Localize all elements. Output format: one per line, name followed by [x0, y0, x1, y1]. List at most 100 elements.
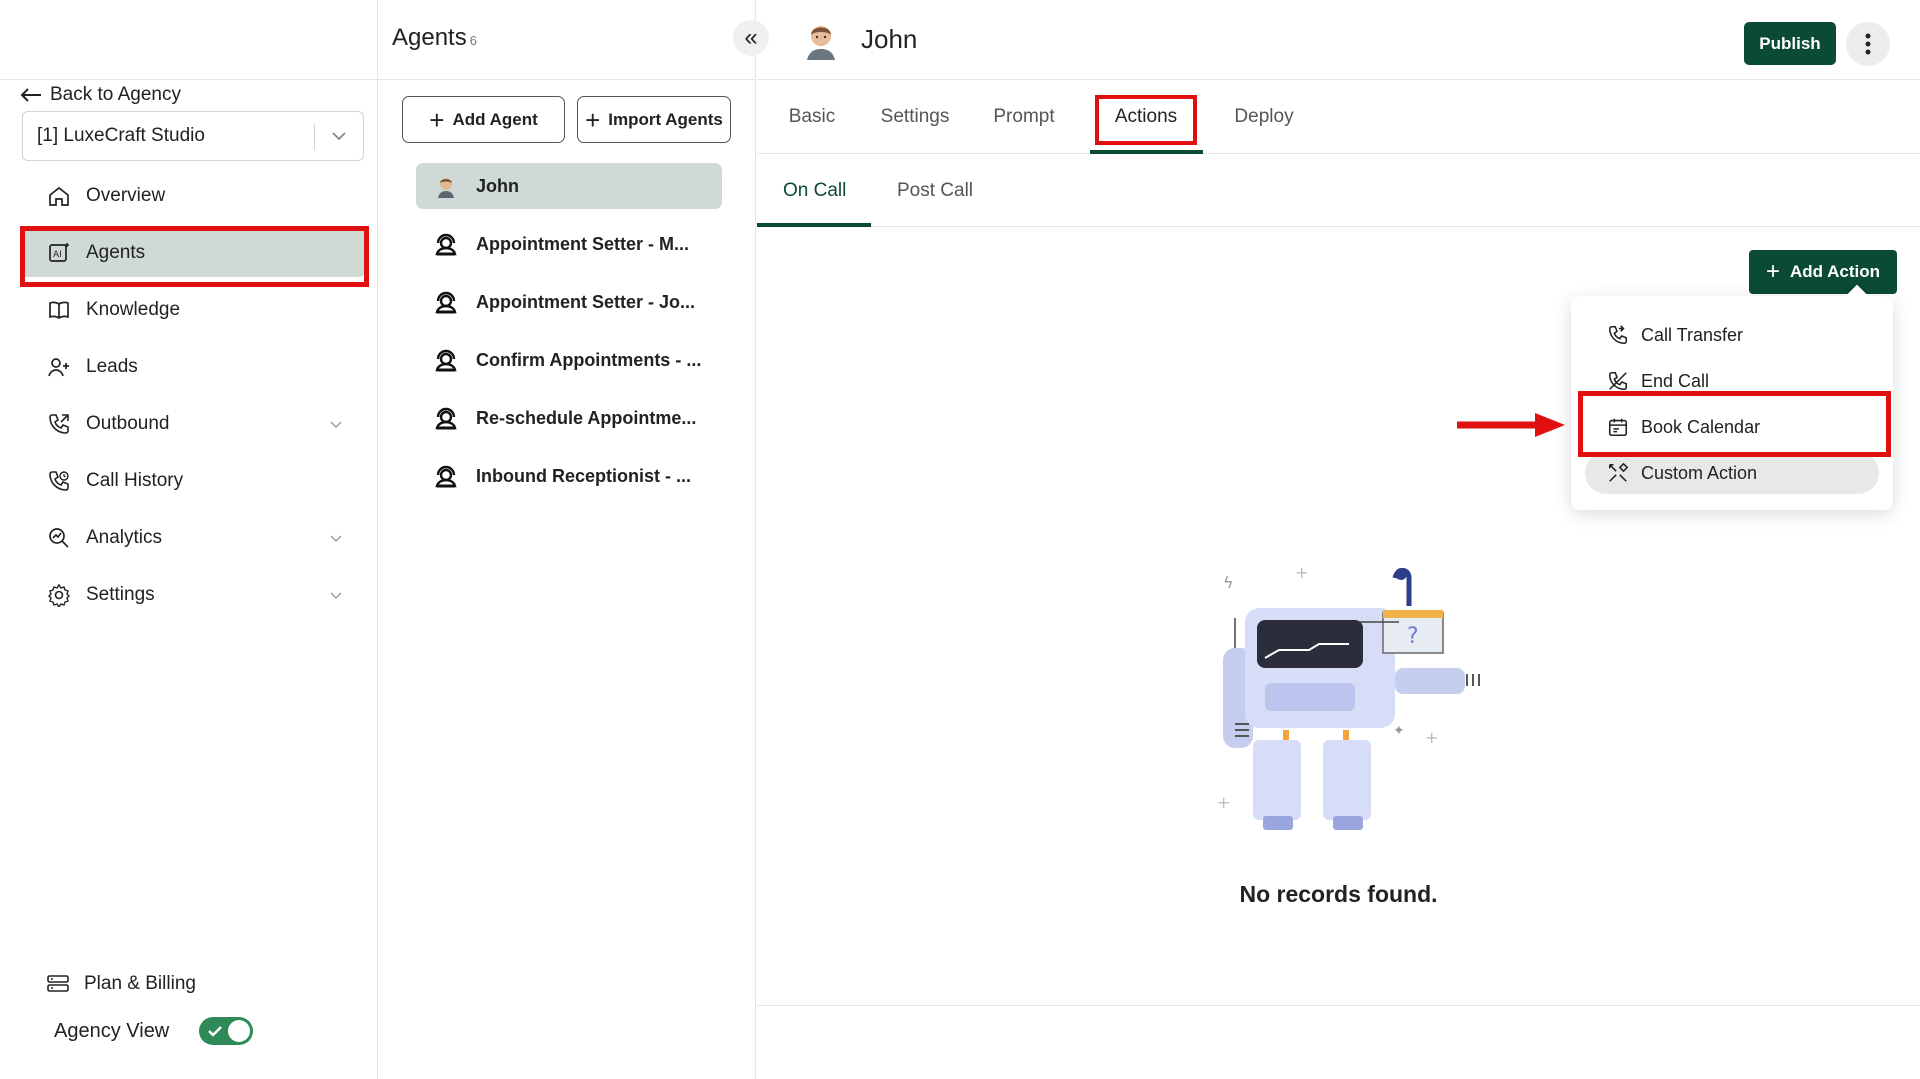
chevron-down-icon: [330, 535, 342, 542]
user-plus-icon: [46, 354, 72, 380]
agent-row[interactable]: Appointment Setter - Jo...: [416, 279, 722, 325]
publish-button[interactable]: Publish: [1744, 22, 1836, 65]
agent-row[interactable]: Re-schedule Appointme...: [416, 395, 722, 441]
tab-prompt[interactable]: Prompt: [987, 80, 1061, 154]
sidebar-item-label: Overview: [86, 185, 166, 206]
empty-robot-illustration: ϟ + + + ✦ ?: [1217, 563, 1480, 830]
back-to-agency-link[interactable]: Back to Agency: [20, 84, 181, 106]
main-content: John Publish Basic Settings Prompt Actio…: [757, 0, 1920, 1079]
sidebar-item-outbound[interactable]: Outbound: [22, 400, 364, 448]
agent-name: Appointment Setter - Jo...: [476, 291, 696, 312]
sidebar-item-label: Settings: [86, 584, 155, 605]
add-action-label: Add Action: [1789, 262, 1881, 281]
agent-name: Confirm Appointments - ...: [476, 349, 702, 370]
agent-name: Inbound Receptionist - ...: [476, 465, 691, 486]
agency-view-label: Agency View: [54, 1019, 170, 1042]
sidebar-nav: Overview AI Agents Knowledge Leads Outbo…: [22, 172, 364, 628]
more-vertical-icon: [1865, 33, 1871, 55]
svg-text:✦: ✦: [1393, 723, 1405, 739]
menu-item-label: Call Transfer: [1641, 324, 1744, 345]
agent-row[interactable]: Inbound Receptionist - ...: [416, 453, 722, 499]
plan-billing-link[interactable]: Plan & Billing: [46, 972, 196, 996]
agents-title-text: Agents: [392, 24, 467, 51]
phone-transfer-icon: [1608, 325, 1628, 345]
add-agent-label: Add Agent: [452, 109, 538, 129]
plus-icon: +: [585, 104, 601, 135]
sidebar-item-knowledge[interactable]: Knowledge: [22, 286, 364, 334]
sidebar-item-settings[interactable]: Settings: [22, 571, 364, 619]
sidebar-item-analytics[interactable]: Analytics: [22, 514, 364, 562]
headset-icon: [435, 349, 457, 372]
headset-icon: [435, 465, 457, 488]
ai-icon: AI: [46, 240, 72, 266]
tab-deploy[interactable]: Deploy: [1227, 80, 1301, 154]
action-subtabs: On Call Post Call: [757, 154, 1920, 227]
chevron-down-icon: [332, 132, 346, 141]
agent-row-john[interactable]: John: [416, 163, 722, 209]
headset-icon: [435, 407, 457, 430]
page-title: John: [861, 24, 918, 54]
agency-view-row: Agency View: [54, 1017, 254, 1045]
home-icon: [46, 183, 72, 209]
tab-actions[interactable]: Actions: [1099, 80, 1193, 154]
agents-panel-header: Agents 6 «: [378, 0, 769, 80]
active-subtab-indicator: [757, 223, 871, 227]
agent-name: Re-schedule Appointme...: [476, 407, 697, 428]
collapse-panel-button[interactable]: «: [733, 20, 769, 56]
sidebar-item-leads[interactable]: Leads: [22, 343, 364, 391]
sidebar-item-overview[interactable]: Overview: [22, 172, 364, 220]
import-agents-label: Import Agents: [608, 109, 723, 129]
import-agents-button[interactable]: + Import Agents: [577, 96, 731, 143]
gear-icon: [46, 582, 72, 608]
avatar-icon: [438, 178, 454, 198]
agent-name: Appointment Setter - M...: [476, 233, 689, 254]
more-options-button[interactable]: [1846, 22, 1890, 66]
sidebar-item-label: Call History: [86, 470, 184, 491]
call-history-icon: [46, 468, 72, 494]
agency-select-value: [1] LuxeCraft Studio: [37, 125, 205, 146]
subtab-on-call[interactable]: On Call: [783, 154, 846, 227]
menu-item-book-calendar[interactable]: Book Calendar: [1585, 406, 1879, 448]
chevron-down-icon: [330, 592, 342, 599]
plus-icon: +: [1765, 258, 1780, 285]
phone-outgoing-icon: [46, 411, 72, 437]
phone-off-icon: [1608, 371, 1628, 391]
back-to-agency-label: Back to Agency: [50, 84, 181, 105]
main-header: John Publish: [757, 0, 1920, 80]
menu-item-custom-action[interactable]: Custom Action: [1585, 452, 1879, 494]
agency-select[interactable]: [1] LuxeCraft Studio: [22, 111, 364, 161]
sidebar-item-call-history[interactable]: Call History: [22, 457, 364, 505]
analytics-icon: [46, 525, 72, 551]
agent-list: John Appointment Setter - M... Appointme…: [416, 163, 722, 511]
sidebar-item-label: Agents: [86, 242, 146, 263]
menu-item-label: Custom Action: [1641, 462, 1758, 483]
footer-divider: [757, 1005, 1920, 1006]
empty-state-text: No records found.: [1239, 881, 1438, 907]
sidebar-topbar: [0, 0, 377, 80]
agents-panel-title: Agents 6: [392, 24, 477, 52]
add-action-button[interactable]: + Add Action: [1749, 250, 1897, 294]
check-icon: [208, 1026, 223, 1037]
headset-icon: [435, 233, 457, 256]
menu-item-label: Book Calendar: [1641, 416, 1761, 437]
agents-panel: Agents 6 « + Add Agent + Import Agents Jo…: [378, 0, 769, 1079]
sidebar-item-label: Knowledge: [86, 299, 181, 320]
agent-row[interactable]: Confirm Appointments - ...: [416, 337, 722, 383]
agency-view-toggle[interactable]: [199, 1017, 254, 1045]
menu-item-call-transfer[interactable]: Call Transfer: [1585, 314, 1879, 356]
agent-row[interactable]: Appointment Setter - M...: [416, 221, 722, 267]
menu-item-end-call[interactable]: End Call: [1585, 360, 1879, 402]
svg-text:AI: AI: [53, 250, 62, 260]
svg-text:+: +: [1217, 793, 1230, 812]
tab-settings[interactable]: Settings: [875, 80, 955, 154]
calendar-icon: [1608, 418, 1628, 437]
sidebar-item-label: Leads: [86, 356, 138, 377]
sidebar-item-agents[interactable]: AI Agents: [22, 229, 364, 277]
svg-text:ϟ: ϟ: [1223, 573, 1234, 592]
add-action-menu: Call Transfer End Call Book Calendar Cus…: [1571, 296, 1893, 510]
tab-basic[interactable]: Basic: [781, 80, 843, 154]
red-arrow-icon: [1457, 413, 1565, 437]
book-icon: [46, 297, 72, 323]
add-agent-button[interactable]: + Add Agent: [402, 96, 565, 143]
subtab-post-call[interactable]: Post Call: [897, 154, 973, 227]
